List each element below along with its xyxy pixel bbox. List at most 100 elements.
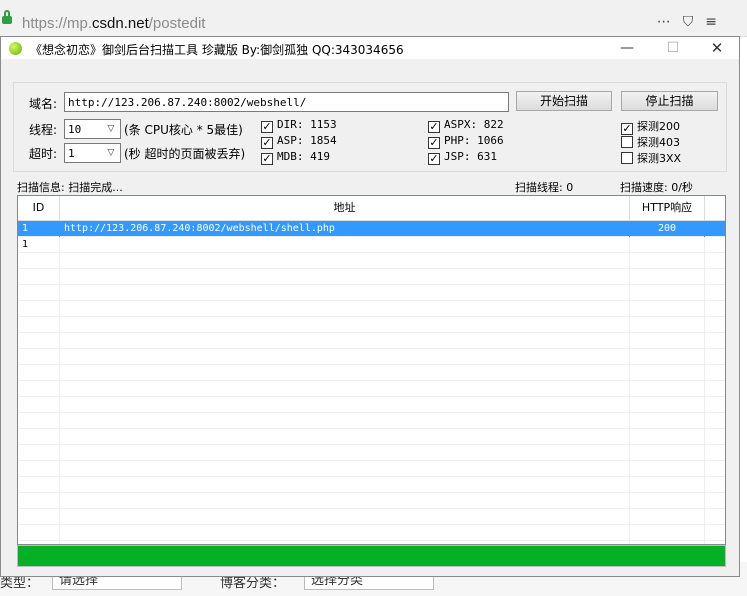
empty-cell [18, 381, 60, 397]
empty-cell [630, 285, 705, 301]
empty-cell [60, 445, 630, 461]
scan-info: 扫描信息: 扫描完成... [17, 181, 123, 194]
empty-row [18, 429, 725, 445]
probe-checkbox-3xx[interactable]: 探测3XX [621, 150, 681, 165]
progress-fill [18, 546, 725, 566]
empty-cell [60, 429, 630, 445]
checkbox-check-icon: ✓ [261, 136, 273, 149]
empty-cell [60, 413, 630, 429]
empty-cell [18, 365, 60, 381]
more-icon[interactable]: ≡ [705, 14, 729, 30]
results-table[interactable]: ID 地址 HTTP响应 1 http://123.206.87.240:800… [17, 195, 726, 545]
empty-row [18, 493, 725, 509]
cell-id: 1 [18, 221, 60, 237]
timeout-select[interactable]: 1 ▽ [64, 143, 121, 163]
empty-cell [18, 349, 60, 365]
empty-cell [18, 525, 60, 541]
dict-checkbox-jsp[interactable]: ✓ JSP: 631 [428, 150, 497, 165]
empty-cell [60, 509, 630, 525]
empty-cell [18, 413, 60, 429]
empty-row [18, 365, 725, 381]
column-header-address[interactable]: 地址 [60, 196, 630, 220]
empty-cell [60, 349, 630, 365]
empty-row [18, 269, 725, 285]
empty-cell [60, 317, 630, 333]
empty-cell [60, 253, 630, 269]
empty-cell [630, 477, 705, 493]
threads-label: 线程: [29, 123, 58, 137]
empty-row [18, 477, 725, 493]
scan-threads: 扫描线程: 0 [515, 181, 574, 194]
empty-row [18, 397, 725, 413]
empty-cell [630, 525, 705, 541]
empty-cell [18, 269, 60, 285]
empty-cell [630, 381, 705, 397]
progress-bar [17, 545, 726, 567]
empty-row [18, 333, 725, 349]
maximize-button[interactable]: ☐ [650, 37, 696, 59]
table-row[interactable]: 1 http://123.206.87.240:8002/webshell/sh… [18, 221, 725, 237]
app-icon [9, 42, 22, 55]
empty-cell [60, 269, 630, 285]
empty-cell [630, 493, 705, 509]
scanner-window: 《想念初恋》御剑后台扫描工具 珍藏版 By:御剑孤独 QQ:343034656 … [0, 36, 740, 577]
column-header-id[interactable]: ID [18, 196, 60, 220]
cell-http-code [630, 237, 705, 253]
close-button[interactable]: ✕ [694, 37, 740, 59]
checkbox-check-icon: ✓ [428, 120, 440, 133]
empty-cell [60, 333, 630, 349]
timeout-label: 超时: [29, 147, 58, 161]
start-scan-button[interactable]: 开始扫描 [516, 91, 612, 111]
empty-cell [630, 445, 705, 461]
empty-cell [630, 413, 705, 429]
domain-input[interactable]: http://123.206.87.240:8002/webshell/ [64, 92, 509, 112]
empty-cell [18, 477, 60, 493]
chevron-down-icon: ▽ [107, 124, 115, 134]
title-bar[interactable]: 《想念初恋》御剑后台扫描工具 珍藏版 By:御剑孤独 QQ:343034656 … [1, 37, 739, 59]
empty-cell [18, 317, 60, 333]
empty-row [18, 349, 725, 365]
stop-scan-button[interactable]: 停止扫描 [621, 91, 718, 111]
pocket-icon[interactable]: ⛉ [683, 14, 706, 30]
browser-toolbar: https://mp.csdn.net/postedit ⋯⛉≡ [0, 0, 747, 37]
empty-cell [630, 301, 705, 317]
address-bar[interactable]: https://mp.csdn.net/postedit [22, 15, 205, 32]
empty-cell [630, 333, 705, 349]
empty-row [18, 525, 725, 541]
empty-row [18, 253, 725, 269]
dict-checkbox-asp[interactable]: ✓ ASP: 1854 [261, 134, 337, 149]
browser-menu-icons[interactable]: ⋯⛉≡ [657, 14, 729, 30]
dict-checkbox-php[interactable]: ✓ PHP: 1066 [428, 134, 504, 149]
empty-row [18, 381, 725, 397]
empty-cell [630, 429, 705, 445]
empty-cell [18, 285, 60, 301]
minimize-button[interactable]: — [604, 37, 650, 59]
cell-address [60, 237, 630, 253]
empty-cell [630, 461, 705, 477]
empty-cell [60, 365, 630, 381]
cell-id: 1 [18, 237, 60, 253]
chevron-down-icon: ▽ [107, 148, 115, 158]
dict-checkbox-dir[interactable]: ✓ DIR: 1153 [261, 118, 337, 133]
empty-cell [60, 381, 630, 397]
lock-icon [2, 10, 12, 24]
empty-row [18, 317, 725, 333]
checkbox-check-icon: ✓ [428, 152, 440, 165]
checkbox-check-icon: ✓ [261, 152, 273, 165]
threads-hint: (条 CPU核心 * 5最佳) [124, 123, 243, 137]
empty-cell [18, 333, 60, 349]
dict-checkbox-mdb[interactable]: ✓ MDB: 419 [261, 150, 330, 165]
empty-cell [18, 509, 60, 525]
probe-checkbox-403[interactable]: 探测403 [621, 134, 680, 149]
column-header-http[interactable]: HTTP响应 [630, 196, 705, 220]
empty-cell [60, 461, 630, 477]
empty-cell [630, 397, 705, 413]
empty-cell [18, 461, 60, 477]
checkbox-check-icon: ✓ [428, 136, 440, 149]
threads-select[interactable]: 10 ▽ [64, 119, 121, 139]
empty-cell [630, 349, 705, 365]
checkbox-check-icon: ✓ [261, 120, 273, 133]
table-row[interactable]: 1 [18, 237, 725, 253]
probe-checkbox-200[interactable]: ✓ 探测200 [621, 118, 680, 135]
dict-checkbox-aspx[interactable]: ✓ ASPX: 822 [428, 118, 504, 133]
